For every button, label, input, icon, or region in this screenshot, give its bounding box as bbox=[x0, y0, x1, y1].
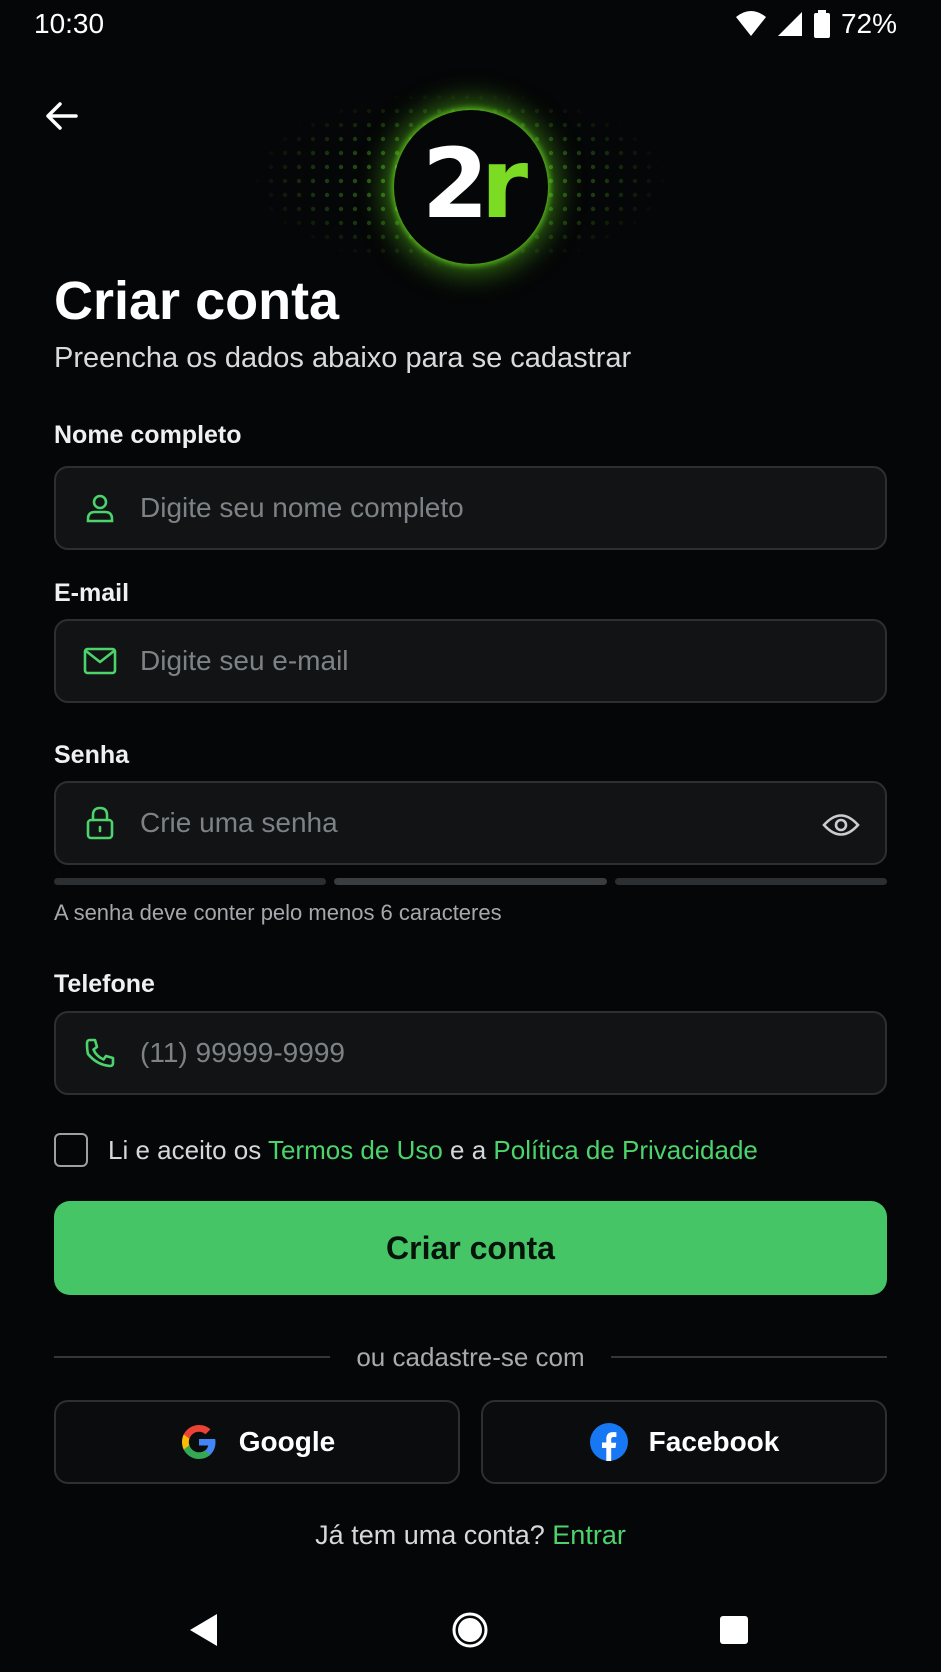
show-password-toggle[interactable] bbox=[821, 805, 861, 845]
nav-back-button[interactable] bbox=[182, 1608, 226, 1652]
nav-recents-icon bbox=[720, 1616, 748, 1644]
google-signup-button[interactable]: Google bbox=[54, 1400, 460, 1484]
status-time: 10:30 bbox=[34, 8, 105, 39]
signup-screen: 10:30 72% 2r Criar conta Preencha os dad… bbox=[0, 0, 941, 1672]
terms-text: Li e aceito os Termos de Uso e a Polític… bbox=[108, 1134, 758, 1165]
name-field[interactable] bbox=[54, 466, 887, 550]
password-label: Senha bbox=[54, 741, 130, 769]
phone-field[interactable] bbox=[54, 1011, 887, 1095]
status-bar: 10:30 72% bbox=[0, 0, 941, 48]
eye-icon bbox=[822, 814, 860, 836]
name-label: Nome completo bbox=[54, 421, 242, 449]
signin-prompt: Já tem uma conta? Entrar bbox=[315, 1520, 626, 1550]
wifi-icon bbox=[735, 11, 767, 37]
phone-label: Telefone bbox=[54, 970, 155, 998]
email-label: E-mail bbox=[54, 579, 130, 607]
strength-segment bbox=[614, 878, 887, 885]
arrow-left-icon bbox=[46, 102, 78, 130]
user-icon bbox=[82, 490, 118, 526]
google-icon bbox=[181, 1425, 216, 1459]
facebook-signup-button[interactable]: Facebook bbox=[481, 1400, 887, 1484]
nav-home-button[interactable] bbox=[448, 1608, 492, 1652]
mail-icon bbox=[82, 643, 118, 679]
terms-checkbox[interactable] bbox=[54, 1133, 88, 1167]
logo-text: 2r bbox=[421, 128, 528, 240]
page-subtitle: Preencha os dados abaixo para se cadastr… bbox=[54, 342, 632, 374]
battery-percent: 72% bbox=[840, 8, 897, 39]
facebook-label: Facebook bbox=[648, 1426, 780, 1457]
app-logo: 2r bbox=[394, 110, 548, 264]
create-account-button[interactable]: Criar conta bbox=[54, 1201, 887, 1295]
email-field[interactable] bbox=[54, 619, 887, 703]
back-button[interactable] bbox=[38, 92, 86, 140]
divider-text: ou cadastre-se com bbox=[356, 1341, 585, 1372]
nav-back-icon bbox=[190, 1614, 217, 1646]
password-strength-meter bbox=[54, 878, 887, 885]
phone-icon bbox=[82, 1035, 118, 1071]
divider-line bbox=[610, 1356, 888, 1358]
strength-segment bbox=[334, 878, 607, 885]
password-input[interactable] bbox=[140, 807, 780, 839]
terms-row: Li e aceito os Termos de Uso e a Polític… bbox=[54, 1133, 758, 1167]
password-field[interactable] bbox=[54, 781, 887, 865]
nav-recents-button[interactable] bbox=[712, 1608, 756, 1652]
page-title: Criar conta bbox=[54, 271, 340, 331]
social-divider: ou cadastre-se com bbox=[54, 1341, 888, 1372]
status-icons: 72% bbox=[735, 8, 897, 40]
battery-icon bbox=[813, 10, 831, 38]
google-label: Google bbox=[238, 1426, 336, 1457]
password-hint: A senha deve conter pelo menos 6 caracte… bbox=[54, 900, 502, 925]
divider-line bbox=[54, 1356, 331, 1358]
strength-segment bbox=[54, 878, 327, 885]
facebook-icon bbox=[589, 1423, 628, 1461]
cell-signal-icon bbox=[777, 11, 803, 37]
email-input[interactable] bbox=[140, 645, 780, 677]
lock-icon bbox=[82, 805, 118, 841]
name-input[interactable] bbox=[140, 492, 780, 524]
signin-link[interactable]: Entrar bbox=[552, 1520, 626, 1550]
system-nav-bar bbox=[0, 1590, 941, 1672]
phone-input[interactable] bbox=[140, 1037, 780, 1069]
privacy-policy-link[interactable]: Política de Privacidade bbox=[493, 1135, 757, 1165]
nav-home-icon bbox=[452, 1612, 488, 1648]
terms-of-use-link[interactable]: Termos de Uso bbox=[268, 1135, 443, 1165]
